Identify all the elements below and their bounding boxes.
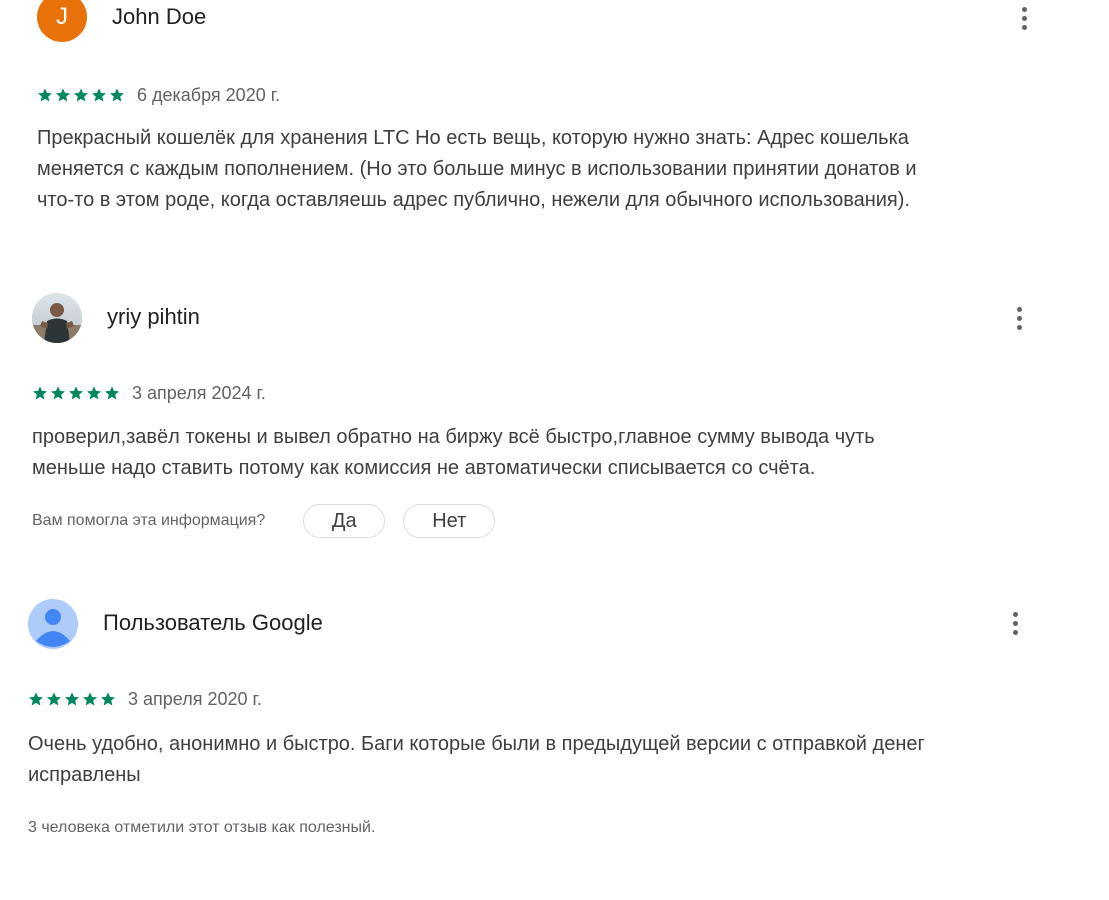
review-card: Пользователь Google 3 апреля 2020 г. Оче… bbox=[28, 598, 1068, 848]
star-icon bbox=[74, 88, 88, 102]
review-date: 6 декабря 2020 г. bbox=[137, 85, 281, 105]
avatar bbox=[32, 293, 82, 343]
helpful-feedback: Вам помогла эта информация? Да Нет bbox=[32, 504, 513, 538]
default-user-avatar-icon bbox=[28, 599, 78, 649]
star-icon bbox=[83, 692, 97, 706]
star-icon bbox=[38, 88, 52, 102]
review-author: Пользователь Google bbox=[103, 610, 323, 635]
review-card: yriy pihtin 3 апреля 2024 г. проверил,за… bbox=[32, 292, 1072, 552]
star-icon bbox=[105, 386, 119, 400]
star-icon bbox=[110, 88, 124, 102]
star-icon bbox=[56, 88, 70, 102]
review-date: 3 апреля 2024 г. bbox=[132, 383, 266, 403]
more-vert-icon bbox=[1012, 611, 1018, 617]
more-vert-icon-dot bbox=[1021, 15, 1027, 21]
review-text: проверил,завёл токены и вывел обратно на… bbox=[32, 422, 875, 484]
review-author: John Doe bbox=[112, 4, 207, 29]
more-vert-icon-dot bbox=[1012, 629, 1018, 635]
star-icon bbox=[69, 386, 83, 400]
review-text-line: проверил,завёл токены и вывел обратно на… bbox=[32, 426, 875, 448]
avatar-letter: J bbox=[56, 3, 68, 30]
star-icon bbox=[87, 386, 101, 400]
star-icon bbox=[51, 386, 65, 400]
star-icon bbox=[65, 692, 79, 706]
more-vert-icon-dot bbox=[1016, 324, 1022, 330]
helpful-question: Вам помогла эта информация? bbox=[32, 512, 266, 529]
star-icon bbox=[29, 692, 43, 706]
more-vert-icon-dot bbox=[1012, 620, 1018, 626]
more-vert-icon bbox=[1021, 6, 1027, 12]
star-rating bbox=[32, 385, 120, 401]
review-text-line: Прекрасный кошелёк для хранения LTC Но е… bbox=[37, 127, 909, 149]
helpful-yes-button[interactable]: Да bbox=[303, 504, 386, 538]
helpful-no-button[interactable]: Нет bbox=[403, 504, 496, 538]
review-date: 3 апреля 2020 г. bbox=[128, 689, 262, 709]
more-options-button[interactable] bbox=[1003, 603, 1027, 643]
star-rating bbox=[37, 87, 125, 103]
review-text-line: меняется с каждым пополнением. (Но это б… bbox=[37, 158, 917, 180]
review-text-line: Очень удобно, анонимно и быстро. Баги ко… bbox=[28, 733, 925, 755]
avatar bbox=[28, 599, 78, 649]
reviews-page: J John Doe 6 декабря 2020 г. Прекрасный … bbox=[0, 0, 1109, 900]
more-vert-icon-dot bbox=[1016, 315, 1022, 321]
review-card: J John Doe 6 декабря 2020 г. Прекрасный … bbox=[37, 0, 1077, 230]
star-icon bbox=[92, 88, 106, 102]
review-text: Прекрасный кошелёк для хранения LTC Но е… bbox=[37, 123, 917, 216]
more-vert-icon bbox=[1016, 306, 1022, 312]
review-meta: 3 апреля 2024 г. bbox=[32, 382, 266, 404]
more-options-button[interactable] bbox=[1012, 0, 1036, 38]
avatar: J bbox=[37, 0, 87, 42]
star-icon bbox=[47, 692, 61, 706]
more-options-button[interactable] bbox=[1007, 298, 1031, 338]
review-author: yriy pihtin bbox=[107, 304, 200, 329]
photo-avatar-icon bbox=[32, 293, 82, 343]
review-text-line: исправлены bbox=[28, 764, 141, 786]
review-text-line: что-то в этом роде, когда оставляешь адр… bbox=[37, 189, 910, 211]
helpful-count: 3 человека отметили этот отзыв как полез… bbox=[28, 819, 376, 836]
more-vert-icon-dot bbox=[1021, 24, 1027, 30]
review-text-line: меньше надо ставить потому как комиссия … bbox=[32, 457, 816, 479]
review-meta: 3 апреля 2020 г. bbox=[28, 688, 262, 710]
review-text: Очень удобно, анонимно и быстро. Баги ко… bbox=[28, 729, 925, 791]
star-icon bbox=[101, 692, 115, 706]
star-rating bbox=[28, 691, 116, 707]
star-icon bbox=[33, 386, 47, 400]
review-meta: 6 декабря 2020 г. bbox=[37, 84, 280, 106]
